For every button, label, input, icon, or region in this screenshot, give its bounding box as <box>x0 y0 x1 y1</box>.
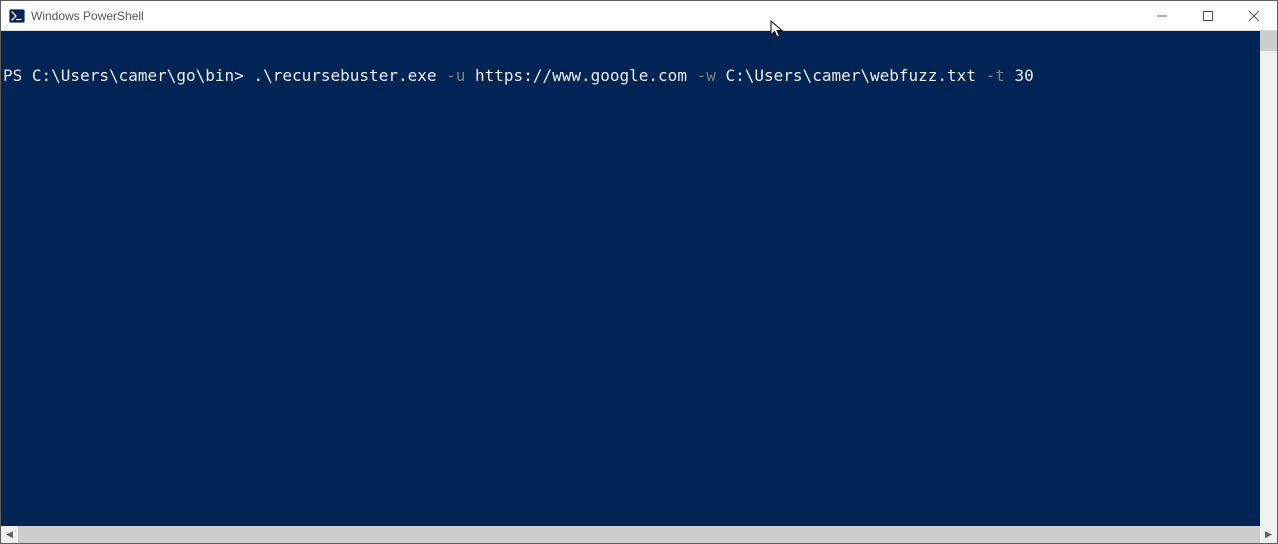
arg-threads: 30 <box>1005 66 1034 85</box>
vertical-scrollbar-thumb[interactable] <box>1260 31 1277 51</box>
cmd-exe: .\recursebuster.exe <box>244 66 437 85</box>
maximize-button[interactable] <box>1185 1 1231 30</box>
flag-u: -u <box>436 66 465 85</box>
title-left: Windows PowerShell <box>1 8 1139 24</box>
vertical-scrollbar[interactable] <box>1260 31 1277 526</box>
command-line: PS C:\Users\camer\go\bin> .\recursebuste… <box>1 67 1260 85</box>
terminal-wrap: PS C:\Users\camer\go\bin> .\recursebuste… <box>1 31 1277 543</box>
horizontal-scrollbar[interactable]: ◀ ▶ <box>1 526 1277 543</box>
window-title: Windows PowerShell <box>31 9 144 23</box>
arg-wordlist: C:\Users\camer\webfuzz.txt <box>716 66 976 85</box>
title-buttons <box>1139 1 1277 30</box>
flag-t: -t <box>976 66 1005 85</box>
flag-w: -w <box>687 66 716 85</box>
close-button[interactable] <box>1231 1 1277 30</box>
powershell-window: Windows PowerShell PS C:\Users\camer\go\… <box>0 0 1278 544</box>
arg-url: https://www.google.com <box>465 66 687 85</box>
horizontal-scrollbar-thumb[interactable] <box>18 526 1260 543</box>
terminal[interactable]: PS C:\Users\camer\go\bin> .\recursebuste… <box>1 31 1260 526</box>
terminal-body-wrap: PS C:\Users\camer\go\bin> .\recursebuste… <box>1 31 1277 526</box>
minimize-button[interactable] <box>1139 1 1185 30</box>
titlebar[interactable]: Windows PowerShell <box>1 1 1277 31</box>
scroll-left-icon[interactable]: ◀ <box>1 526 18 543</box>
prompt: PS C:\Users\camer\go\bin> <box>3 66 244 85</box>
powershell-icon <box>9 8 25 24</box>
scroll-right-icon[interactable]: ▶ <box>1260 526 1277 543</box>
